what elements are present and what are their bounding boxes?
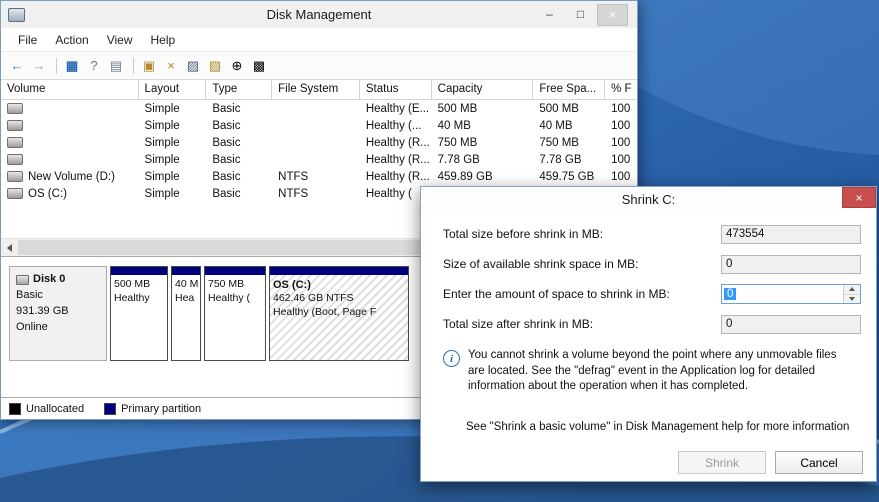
partition-3[interactable]: 750 MB Healthy ( [204, 266, 266, 361]
table-row[interactable]: Simple Basic Healthy (... 40 MB 40 MB 10… [1, 117, 637, 134]
minimize-button[interactable]: – [535, 4, 564, 24]
disk-type: Basic [16, 288, 100, 304]
menu-action[interactable]: Action [46, 30, 97, 50]
field-shrink-amount: Enter the amount of space to shrink in M… [443, 284, 861, 304]
spin-down-button[interactable] [844, 295, 860, 304]
dialog-title: Shrink C: [421, 187, 876, 212]
unallocated-swatch [9, 403, 21, 415]
disk-status: Online [16, 320, 100, 336]
window-titlebar[interactable]: Disk Management – □ × [1, 1, 637, 28]
screen: Disk Management – □ × File Action View H… [0, 0, 879, 502]
legend-unallocated: Unallocated [9, 403, 84, 415]
toolbar-separator [133, 58, 134, 74]
field-total-after: Total size after shrink in MB: 0 [443, 314, 861, 334]
partition-color-strip [205, 267, 265, 275]
table-row[interactable]: Simple Basic Healthy (R... 750 MB 750 MB… [1, 134, 637, 151]
shrink-button[interactable]: Shrink [678, 451, 766, 474]
field-available-space: Size of available shrink space in MB: 0 [443, 254, 861, 274]
zoom-icon[interactable]: ⊕ [227, 56, 247, 76]
column-header-layout[interactable]: Layout [139, 80, 207, 99]
dialog-close-button[interactable]: × [842, 187, 876, 208]
partition-color-strip [270, 267, 408, 275]
legend-primary-partition: Primary partition [104, 403, 201, 415]
available-space-value: 0 [721, 255, 861, 274]
column-header-percent-free[interactable]: % F [605, 80, 637, 99]
partition-2[interactable]: 40 M Hea [171, 266, 201, 361]
forward-icon[interactable]: → [29, 56, 49, 76]
info-text: You cannot shrink a volume beyond the po… [468, 348, 856, 395]
back-icon[interactable]: ← [7, 56, 27, 76]
partition-1[interactable]: 500 MB Healthy [110, 266, 168, 361]
dialog-titlebar[interactable]: Shrink C: × [421, 187, 876, 212]
field-total-before: Total size before shrink in MB: 473554 [443, 224, 861, 244]
column-header-volume[interactable]: Volume [1, 80, 139, 99]
console-tree-icon[interactable]: ▦ [62, 56, 82, 76]
close-button[interactable]: × [597, 4, 628, 26]
maximize-button[interactable]: □ [566, 4, 595, 24]
total-before-value: 473554 [721, 225, 861, 244]
column-header-freespace[interactable]: Free Spa... [533, 80, 605, 99]
scroll-left-icon[interactable] [1, 239, 18, 256]
table-row[interactable]: Simple Basic Healthy (E... 500 MB 500 MB… [1, 100, 637, 117]
spin-up-button[interactable] [844, 285, 860, 295]
delete-icon[interactable]: × [161, 56, 181, 76]
column-header-capacity[interactable]: Capacity [432, 80, 534, 99]
column-header-filesystem[interactable]: File System [272, 80, 360, 99]
shrink-amount-input[interactable]: 0 [721, 284, 861, 304]
help-topics-icon[interactable]: ▩ [249, 56, 269, 76]
menu-view[interactable]: View [98, 30, 142, 50]
disk0-header[interactable]: Disk 0 Basic 931.39 GB Online [9, 266, 107, 361]
open-icon[interactable]: ▧ [205, 56, 225, 76]
volume-icon [7, 137, 23, 148]
primary-partition-swatch [104, 403, 116, 415]
help-line: See "Shrink a basic volume" in Disk Mana… [466, 421, 861, 433]
action-pane-icon[interactable]: ▤ [106, 56, 126, 76]
table-row-new-volume-d[interactable]: New Volume (D:) Simple Basic NTFS Health… [1, 168, 637, 185]
volume-icon [7, 154, 23, 165]
table-row[interactable]: Simple Basic Healthy (R... 7.78 GB 7.78 … [1, 151, 637, 168]
export-list-icon[interactable]: ▨ [183, 56, 203, 76]
properties-icon[interactable]: ▣ [139, 56, 159, 76]
menu-help[interactable]: Help [142, 30, 185, 50]
partition-os-c[interactable]: OS (C:) 462.46 GB NTFS Healthy (Boot, Pa… [269, 266, 409, 361]
toolbar: ← → ▦ ? ▤ ▣ × ▨ ▧ ⊕ ▩ [1, 52, 637, 80]
column-header-type[interactable]: Type [206, 80, 272, 99]
toolbar-separator [56, 58, 57, 74]
menu-bar: File Action View Help [1, 28, 637, 52]
shrink-dialog: Shrink C: × Total size before shrink in … [420, 186, 877, 482]
cancel-button[interactable]: Cancel [775, 451, 863, 474]
disk-icon [16, 275, 29, 285]
partitions: 500 MB Healthy 40 M Hea [110, 266, 409, 361]
volume-icon [7, 171, 23, 182]
volume-icon [7, 120, 23, 131]
table-header: Volume Layout Type File System Status Ca… [1, 80, 637, 100]
disk-size: 931.39 GB [16, 304, 100, 320]
info-note: i You cannot shrink a volume beyond the … [443, 348, 861, 395]
help-icon[interactable]: ? [84, 56, 104, 76]
column-header-status[interactable]: Status [360, 80, 432, 99]
volume-icon [7, 188, 23, 199]
menu-file[interactable]: File [9, 30, 46, 50]
partition-color-strip [172, 267, 200, 275]
total-after-value: 0 [721, 315, 861, 334]
volume-icon [7, 103, 23, 114]
info-icon: i [443, 350, 460, 367]
partition-color-strip [111, 267, 167, 275]
